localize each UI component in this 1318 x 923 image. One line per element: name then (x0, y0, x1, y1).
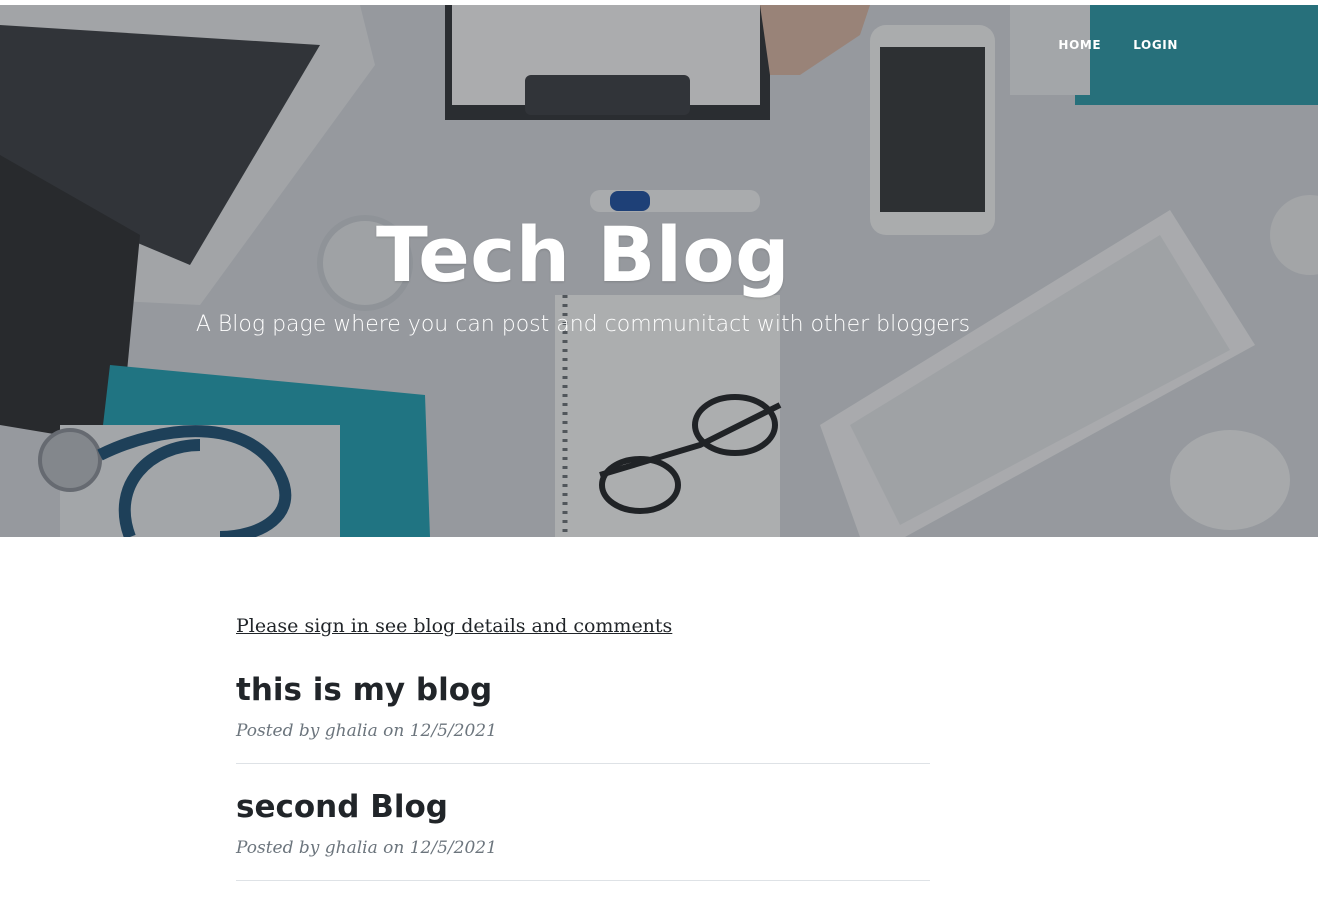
post-title[interactable]: second Blog (236, 786, 930, 828)
post-list: Please sign in see blog details and comm… (236, 615, 930, 903)
site-title: Tech Blog (375, 210, 790, 299)
hero-header: HOME LOGIN Tech Blog A Blog page where y… (0, 5, 1318, 537)
post-preview: second Blog Posted by ghalia on 12/5/202… (236, 786, 930, 881)
nav-login-link[interactable]: LOGIN (1133, 38, 1178, 52)
hero-text: Tech Blog A Blog page where you can post… (0, 205, 1166, 341)
post-meta: Posted by ghalia on 12/5/2021 (236, 838, 497, 858)
nav-home-link[interactable]: HOME (1058, 38, 1101, 52)
post-meta: Posted by ghalia on 12/5/2021 (236, 721, 497, 741)
site-subtitle: A Blog page where you can post and commu… (195, 312, 971, 337)
signin-notice-link[interactable]: Please sign in see blog details and comm… (236, 615, 672, 637)
main-nav: HOME LOGIN (1058, 38, 1178, 52)
post-preview: this is my blog Posted by ghalia on 12/5… (236, 669, 930, 764)
post-title[interactable]: this is my blog (236, 669, 930, 711)
